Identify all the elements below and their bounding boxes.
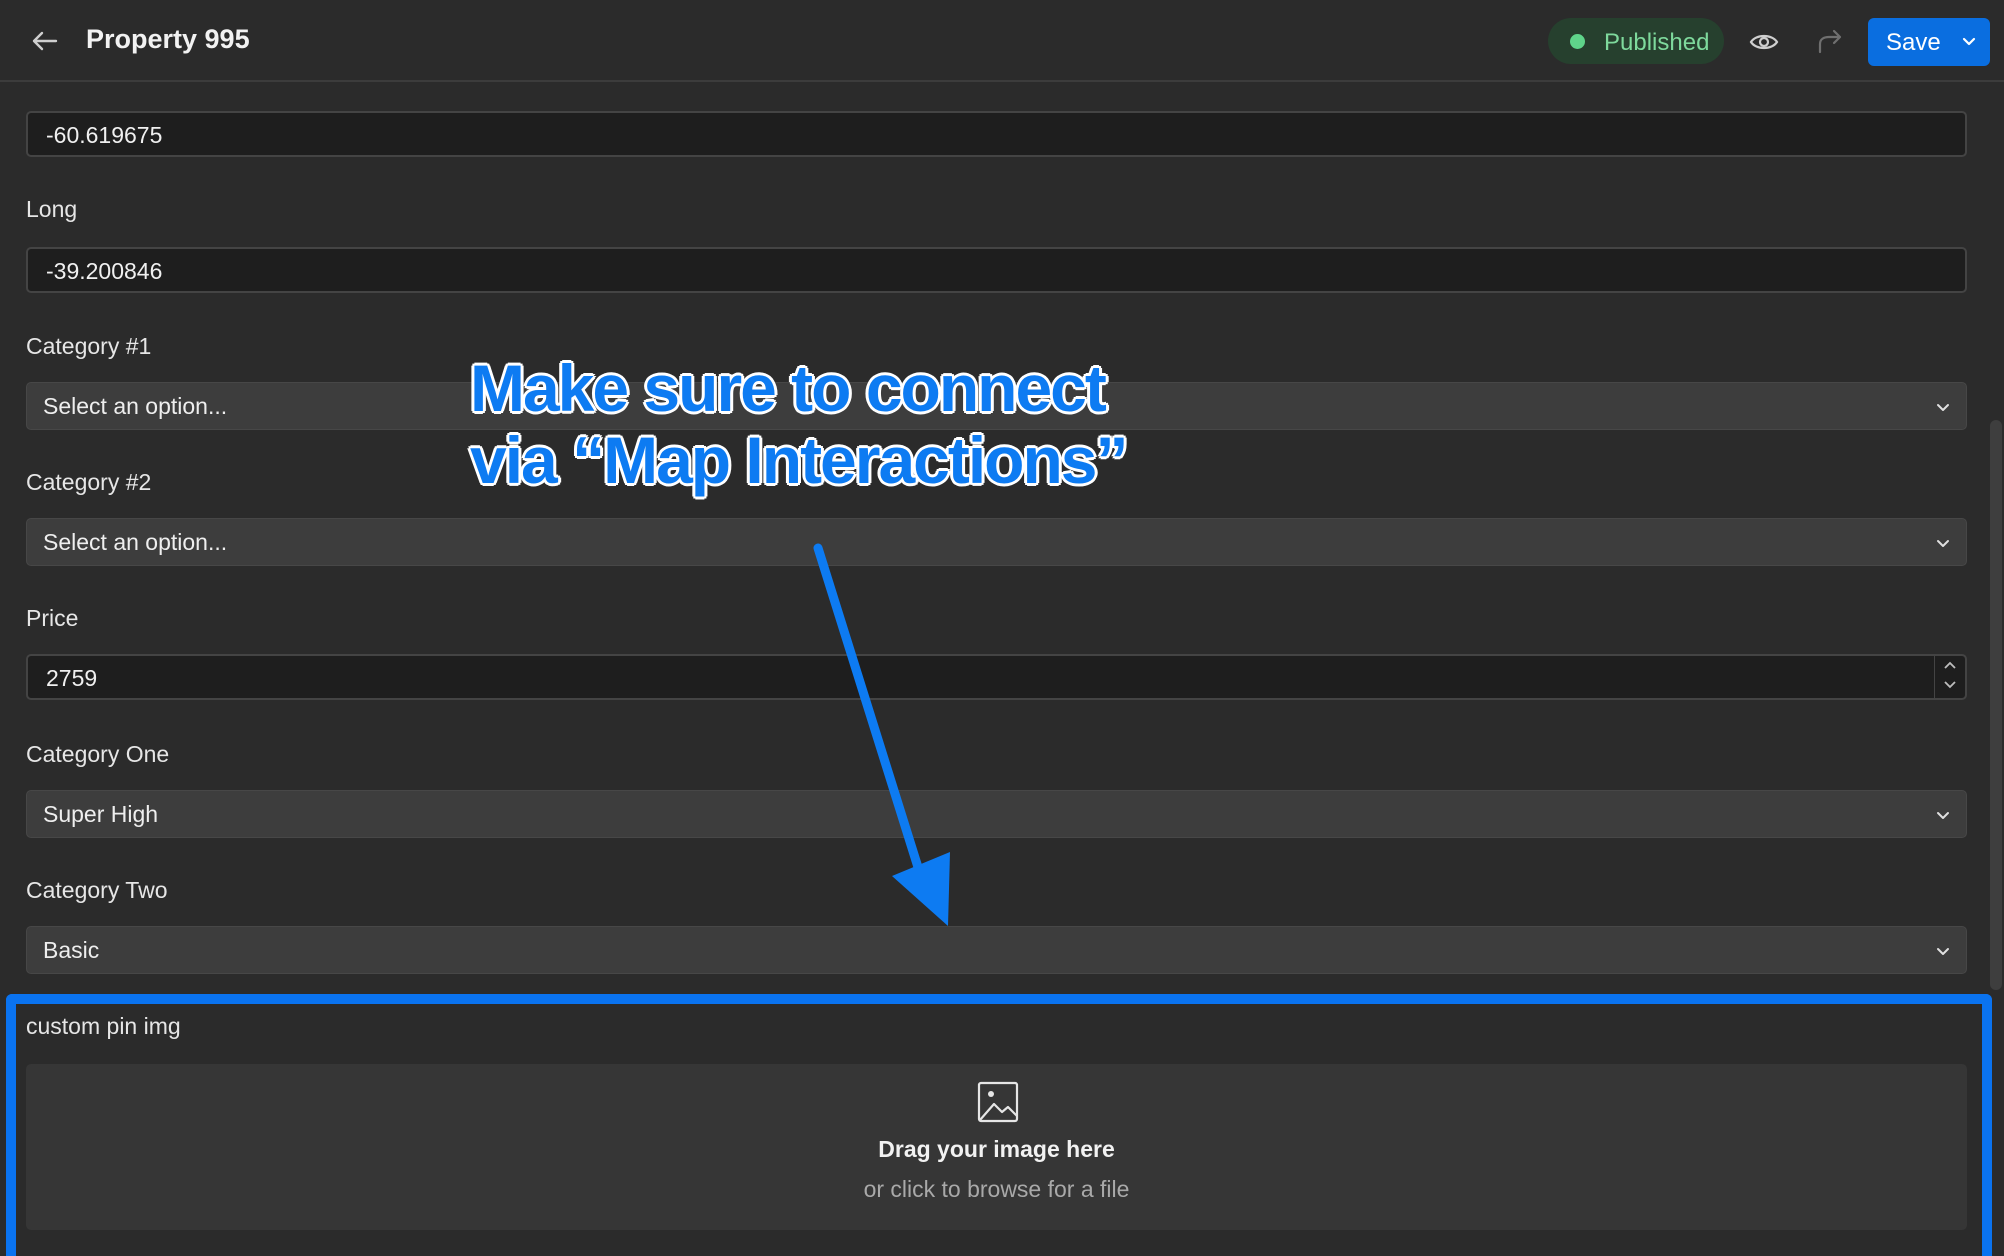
dropzone-subtitle: or click to browse for a file [863, 1176, 1130, 1202]
chevron-down-icon [1937, 404, 1949, 411]
status-dot-icon [1570, 34, 1585, 49]
share-arrow-icon[interactable] [1812, 24, 1848, 60]
chevron-up-icon[interactable] [1942, 658, 1958, 674]
price-value: 2759 [46, 665, 98, 691]
category-two-label: Category Two [26, 877, 168, 903]
scrollbar[interactable] [1990, 420, 2002, 990]
status-badge[interactable]: Published [1548, 18, 1724, 64]
category-two-value: Basic [43, 937, 100, 963]
chevron-down-icon[interactable] [1942, 676, 1958, 692]
category-two-select[interactable]: Basic [26, 926, 1967, 974]
category2-select[interactable]: Select an option... [26, 518, 1967, 566]
chevron-down-icon [1937, 948, 1949, 955]
price-input[interactable]: 2759 [26, 654, 1967, 700]
price-stepper[interactable] [1934, 656, 1965, 698]
annotation-arrow-icon [813, 543, 950, 926]
lat-input[interactable]: -60.619675 [26, 111, 1967, 157]
chevron-down-icon [1937, 540, 1949, 547]
price-label: Price [26, 605, 79, 631]
page-title: Property 995 [86, 24, 250, 54]
chevron-down-icon [1937, 812, 1949, 819]
top-bar: Property 995 Published Save [0, 0, 2004, 82]
category1-value: Select an option... [43, 393, 228, 419]
save-button-label: Save [1886, 29, 1941, 56]
category-one-value: Super High [43, 801, 159, 827]
annotation-line-1: Make sure to connect [470, 351, 1107, 425]
eye-icon[interactable] [1746, 24, 1782, 60]
arrow-left-icon[interactable] [28, 24, 62, 58]
lat-value: -60.619675 [46, 122, 163, 148]
long-value: -39.200846 [46, 258, 163, 284]
category2-label: Category #2 [26, 469, 152, 495]
annotation-callout: Make sure to connect via “Map Interactio… [470, 351, 1129, 497]
dropzone-title: Drag your image here [878, 1136, 1115, 1162]
status-label: Published [1604, 29, 1710, 56]
category-one-select[interactable]: Super High [26, 790, 1967, 838]
chevron-down-icon [1962, 37, 1976, 46]
image-dropzone[interactable]: Drag your image here or click to browse … [26, 1064, 1967, 1230]
category-one-label: Category One [26, 741, 170, 767]
long-input[interactable]: -39.200846 [26, 247, 1967, 293]
category1-label: Category #1 [26, 333, 152, 359]
category2-value: Select an option... [43, 529, 228, 555]
long-label: Long [26, 196, 78, 222]
save-button[interactable]: Save [1868, 18, 1990, 66]
annotation-line-2: via “Map Interactions” [470, 423, 1129, 497]
image-icon [977, 1081, 1019, 1123]
custom-pin-label: custom pin img [26, 1013, 181, 1039]
